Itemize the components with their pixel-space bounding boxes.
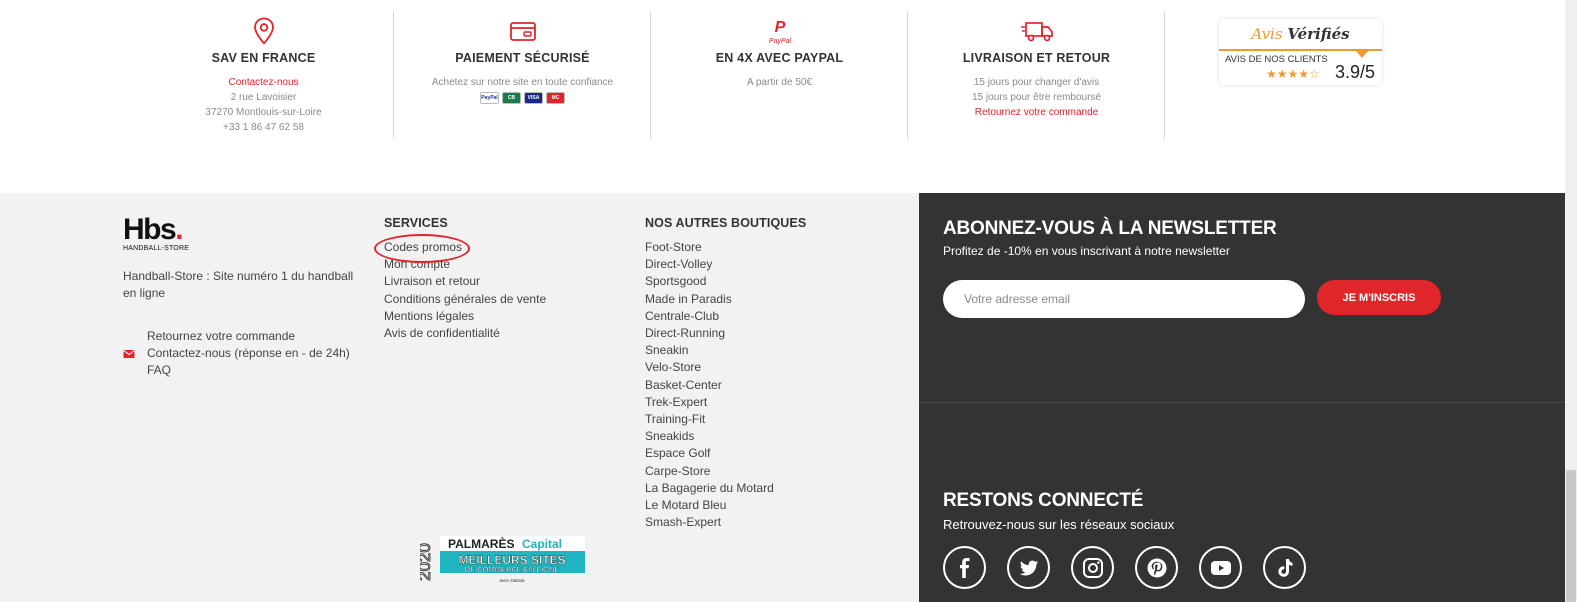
scrollbar-thumb[interactable] [1566,470,1576,602]
boutique-link[interactable]: Carpe-Store [645,463,806,480]
codes-promos-link[interactable]: Codes promos [373,233,471,264]
boutique-link[interactable]: Sneakin [645,342,806,359]
sav-address-city: 37270 Montlouis-sur-Loire [205,107,322,118]
logo-subtitle: HANDBALL-STORE [123,245,190,252]
tiktok-icon[interactable] [1263,546,1306,589]
twitter-icon[interactable] [1007,546,1050,589]
envelope-icon [123,350,135,358]
newsletter-title: ABONNEZ-VOUS À LA NEWSLETTER [943,218,1277,239]
svg-text:PALMARÈS: PALMARÈS [448,536,514,551]
palmares-capital-badge: 2020 PALMARÈS Capital MEILLEURS SITES DE… [420,536,585,583]
site-tagline: Handball-Store : Site numéro 1 du handba… [123,269,354,300]
avis-verifies-widget[interactable]: Avis Vérifiés AVIS DE NOS CLIENTS ★★★★☆ … [1219,19,1382,85]
boutiques-title: NOS AUTRES BOUTIQUES [645,216,807,230]
svg-text:P: P [774,19,785,36]
boutique-link[interactable]: Basket-Center [645,377,806,394]
hbs-logo[interactable]: Hbs. HANDBALL-STORE [123,215,190,253]
delivery-line2: 15 jours pour être remboursé [972,92,1101,103]
rating-score: 3.9/5 [1335,62,1376,82]
paypal-card-icon: PayPal [480,92,499,104]
boutique-link[interactable]: Smash-Expert [645,514,806,531]
boutique-link[interactable]: Espace Golf [645,445,806,462]
reassurance-sav: SAV EN FRANCE Contactez-nous 2 rue Lavoi… [133,11,394,139]
svg-text:DE COMMERCE EN LIGNE: DE COMMERCE EN LIGNE [465,565,560,574]
boutique-link[interactable]: Direct-Running [645,325,806,342]
footer: Hbs. HANDBALL-STORE Handball-Store : Sit… [0,193,919,602]
boutique-link[interactable]: La Bagagerie du Motard [645,480,806,497]
paypal-logo-text: PayPal [768,38,791,45]
services-title: SERVICES [384,216,448,230]
boutique-link[interactable]: Made in Paradis [645,291,806,308]
livraison-retour-link[interactable]: Livraison et retour [384,273,546,290]
sav-title: SAV EN FRANCE [211,51,316,65]
confidentialite-link[interactable]: Avis de confidentialité [384,325,546,342]
rating-stars-icon: ★★★★☆ [1266,67,1320,81]
contact-links: Retournez votre commande Contactez-nous … [147,328,350,379]
social-icons [943,546,1306,589]
payment-title: PAIEMENT SÉCURISÉ [455,51,590,65]
boutiques-column: NOS AUTRES BOUTIQUES Foot-Store Direct-V… [645,216,806,531]
mastercard-card-icon: MC [546,92,565,104]
svg-text:2020: 2020 [420,543,434,581]
facebook-icon[interactable] [943,546,986,589]
reassurance-payment: PAIEMENT SÉCURISÉ Achetez sur notre site… [394,11,651,139]
pinterest-icon[interactable] [1135,546,1178,589]
delivery-return-link[interactable]: Retournez votre commande [908,105,1165,120]
youtube-icon[interactable] [1199,546,1242,589]
payment-text: Achetez sur notre site en toute confianc… [431,77,614,88]
visa-card-icon: VISA [524,92,543,104]
paypal-text: A partir de 50€ [746,77,813,88]
social-title: RESTONS CONNECTÉ [943,490,1144,511]
newsletter-panel: ABONNEZ-VOUS À LA NEWSLETTER Profitez de… [919,193,1565,602]
faq-link[interactable]: FAQ [147,362,350,379]
boutique-link[interactable]: Foot-Store [645,239,806,256]
newsletter-email-input[interactable] [943,280,1305,318]
reassurance-paypal: P PayPal EN 4X AVEC PAYPAL A partir de 5… [651,11,908,139]
delivery-truck-icon [1020,22,1053,42]
credit-card-icon [509,22,536,41]
delivery-line1: 15 jours pour changer d'avis [973,77,1100,88]
sav-phone: +33 1 86 47 62 58 [223,122,304,133]
paypal-title: EN 4X AVEC PAYPAL [715,51,844,65]
cgv-link[interactable]: Conditions générales de vente [384,291,546,308]
boutique-link[interactable]: Trek-Expert [645,394,806,411]
boutique-link[interactable]: Centrale-Club [645,308,806,325]
boutique-link[interactable]: Velo-Store [645,359,806,376]
newsletter-subtitle: Profitez de -10% en vous inscrivant à no… [943,244,1230,258]
svg-text:avec statista: avec statista [499,578,525,583]
instagram-icon[interactable] [1071,546,1114,589]
boutique-link[interactable]: Direct-Volley [645,256,806,273]
svg-text:Capital: Capital [522,537,562,551]
boutique-link[interactable]: Training-Fit [645,411,806,428]
sav-contact-link[interactable]: Contactez-nous [133,75,394,90]
contact-us-link[interactable]: Contactez-nous (réponse en - de 24h) [147,345,350,362]
map-pin-icon [253,17,274,45]
social-subtitle: Retrouvez-nous sur les réseaux sociaux [943,517,1175,532]
mentions-legales-link[interactable]: Mentions légales [384,308,546,325]
paypal-icon: P PayPal [768,19,791,45]
sav-address-street: 2 rue Lavoisier [230,92,297,103]
newsletter-subscribe-button[interactable]: JE M'INSCRIS [1317,280,1441,315]
services-column: SERVICES Codes promos Mon compte Livrais… [373,216,546,342]
reassurance-delivery: LIVRAISON ET RETOUR 15 jours pour change… [908,11,1165,139]
cb-card-icon: CB [502,92,521,104]
avis-verifies-logo: Avis Vérifiés [1251,25,1350,43]
payment-cards: PayPal CB VISA MC [394,92,651,104]
newsletter-divider [919,402,1565,403]
delivery-title: LIVRAISON ET RETOUR [962,51,1111,65]
boutique-link[interactable]: Sportsgood [645,273,806,290]
boutique-link[interactable]: Le Motard Bleu [645,497,806,514]
return-order-link[interactable]: Retournez votre commande [147,328,350,345]
reassurance-strip: SAV EN FRANCE Contactez-nous 2 rue Lavoi… [0,0,1577,193]
boutique-link[interactable]: Sneakids [645,428,806,445]
